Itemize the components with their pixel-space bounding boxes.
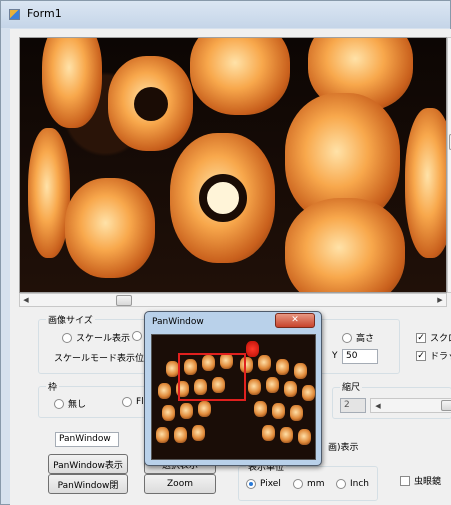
radio-unit-inch[interactable]: Inch [336, 479, 369, 489]
magnifier-checkbox[interactable]: 虫眼鏡 [400, 474, 441, 487]
panwindow-textbox[interactable]: PanWindow [55, 432, 119, 447]
radio-unit-mm[interactable]: mm [293, 479, 325, 489]
panwindow-close-button[interactable]: PanWindow閉 [48, 474, 128, 494]
radio-icon [132, 331, 142, 341]
scale-scroll-thumb[interactable] [441, 400, 451, 411]
drag-checkbox[interactable]: ✓ドラッ [416, 349, 451, 362]
pan-window[interactable]: PanWindow ✕ [144, 311, 322, 466]
radio-option-partial[interactable] [132, 331, 142, 341]
display-label-partial: 画)表示 [328, 443, 359, 453]
pan-window-close-button[interactable]: ✕ [275, 313, 315, 328]
frame-group-label: 枠 [46, 380, 60, 393]
checkbox-checked-icon: ✓ [416, 332, 426, 343]
scale-scrollbar[interactable]: ◀ [370, 398, 451, 413]
image-size-group-label: 画像サイズ [46, 313, 95, 326]
radio-icon [293, 479, 303, 489]
pan-window-title: PanWindow [152, 317, 204, 327]
app-icon [9, 9, 20, 20]
radio-frame-none[interactable]: 無し [54, 397, 86, 410]
scroll-left-arrow-icon[interactable]: ◀ [20, 294, 32, 306]
checkbox-checked-icon: ✓ [416, 350, 426, 361]
zoom-button[interactable]: Zoom [144, 474, 216, 494]
pan-window-thumbnail[interactable] [151, 334, 316, 460]
checkbox-icon [400, 475, 410, 486]
vertical-scrollbar[interactable]: ▲ ▼ [447, 37, 451, 293]
form1-window: Form1 ▲ ▼ ◀ ▶ [0, 0, 451, 505]
y-input[interactable]: 50 [342, 349, 378, 364]
radio-scale-display[interactable]: スケール表示 [62, 331, 130, 344]
y-label: Y [332, 351, 338, 361]
radio-icon [122, 397, 132, 407]
radio-selected-icon [246, 479, 256, 489]
panwindow-show-button[interactable]: PanWindow表示 [48, 454, 128, 474]
window-title: Form1 [27, 7, 62, 20]
radio-unit-pixel[interactable]: Pixel [246, 479, 281, 489]
scale-group-label: 縮尺 [340, 380, 363, 393]
radio-icon [342, 332, 352, 343]
scale-value-field: 2 [340, 398, 366, 413]
title-bar[interactable]: Form1 [1, 1, 450, 28]
lantern-photo [20, 38, 446, 292]
scroll-right-arrow-icon[interactable]: ▶ [434, 294, 446, 306]
scroll-checkbox[interactable]: ✓スクロ [416, 331, 451, 344]
scale-left-arrow-icon[interactable]: ◀ [372, 400, 384, 412]
horizontal-scrollbar[interactable]: ◀ ▶ [19, 293, 447, 307]
pan-viewport-rectangle[interactable] [178, 353, 246, 401]
radio-icon [62, 332, 72, 343]
radio-height[interactable]: 高さ [342, 331, 374, 344]
close-icon: ✕ [291, 315, 299, 325]
radio-icon [54, 398, 64, 409]
picture-box[interactable] [19, 37, 447, 293]
scale-mode-position-label: スケールモード表示位置 [54, 354, 154, 364]
horizontal-scroll-thumb[interactable] [116, 295, 132, 306]
radio-icon [336, 479, 346, 489]
